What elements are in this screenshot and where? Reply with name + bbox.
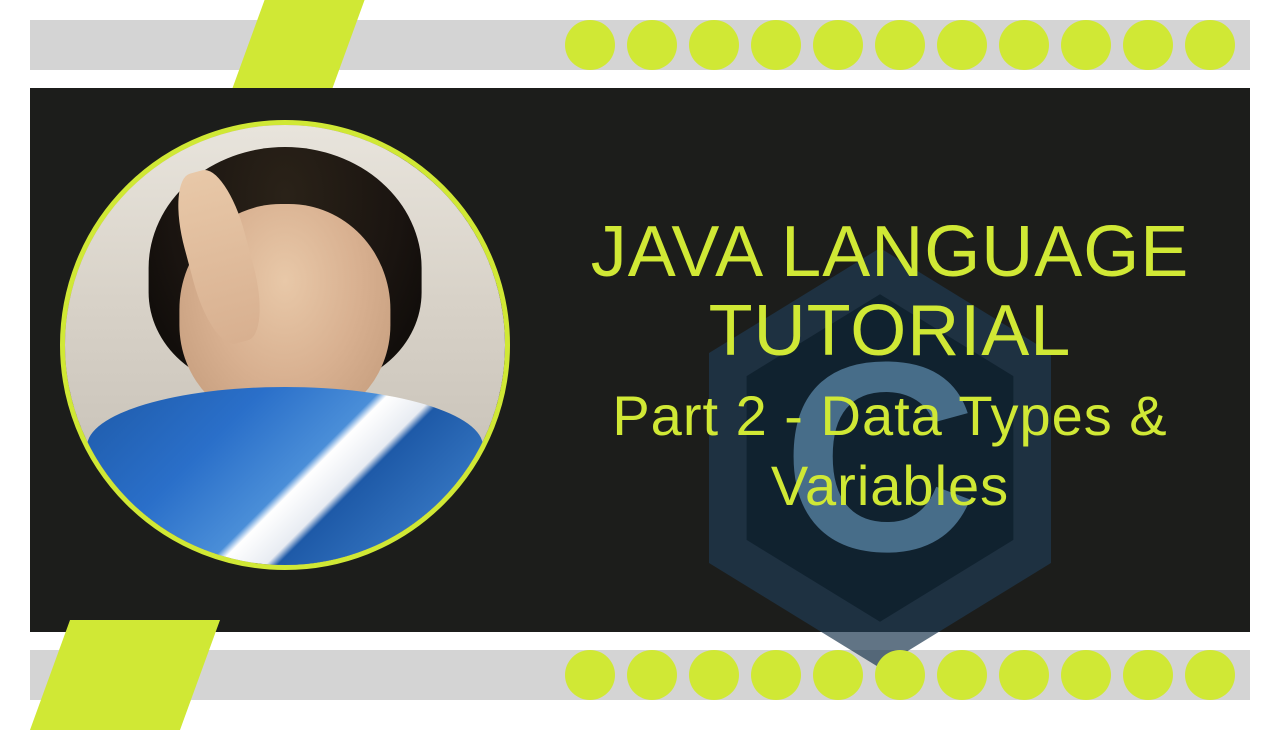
dot-icon (565, 650, 615, 700)
title-sub: Part 2 - Data Types & Variables (590, 381, 1190, 521)
presenter-portrait (60, 120, 510, 570)
dot-icon (689, 650, 739, 700)
dot-icon (1185, 20, 1235, 70)
dot-icon (999, 20, 1049, 70)
dot-icon (1061, 20, 1111, 70)
dot-icon (1123, 20, 1173, 70)
dot-icon (1061, 650, 1111, 700)
dot-icon (875, 650, 925, 700)
title-main: JAVA LANGUAGE TUTORIAL (590, 213, 1190, 371)
dot-icon (813, 20, 863, 70)
accent-shape-top (232, 0, 368, 90)
dot-icon (627, 650, 677, 700)
title-block: JAVA LANGUAGE TUTORIAL Part 2 - Data Typ… (590, 213, 1190, 521)
dot-icon (751, 20, 801, 70)
dot-icon (813, 650, 863, 700)
dot-row-bottom (565, 650, 1235, 700)
dot-icon (1185, 650, 1235, 700)
dot-icon (627, 20, 677, 70)
dot-icon (751, 650, 801, 700)
dot-icon (875, 20, 925, 70)
dot-icon (565, 20, 615, 70)
dot-icon (1123, 650, 1173, 700)
accent-shape-bottom (30, 620, 220, 730)
dot-icon (689, 20, 739, 70)
dot-row-top (565, 20, 1235, 70)
dot-icon (999, 650, 1049, 700)
dot-icon (937, 20, 987, 70)
dot-icon (937, 650, 987, 700)
